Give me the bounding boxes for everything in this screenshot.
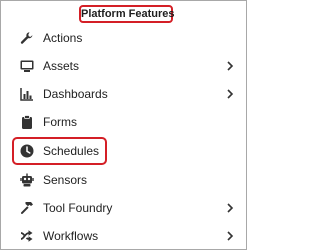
menu-item-dashboards[interactable]: Dashboards (1, 80, 246, 108)
menu-item-sensors[interactable]: Sensors (1, 166, 246, 194)
chevron-right-icon (227, 231, 234, 241)
bar-chart-icon (20, 88, 33, 101)
menu-item-label: Dashboards (43, 87, 108, 101)
wrench-icon (20, 32, 33, 44)
platform-features-panel: Platform Features Actions Assets Dashboa… (0, 0, 247, 250)
clipboard-icon (22, 115, 32, 129)
flow-arrows-icon (20, 230, 33, 242)
chevron-right-icon (227, 89, 234, 99)
chevron-right-icon (227, 61, 234, 71)
menu-item-label: Tool Foundry (43, 201, 113, 215)
menu-item-tool-foundry[interactable]: Tool Foundry (1, 194, 246, 222)
menu-item-actions[interactable]: Actions (1, 24, 246, 52)
menu-item-forms[interactable]: Forms (1, 108, 246, 136)
menu-item-label: Workflows (43, 229, 99, 243)
panel-title: Platform Features (79, 5, 175, 23)
menu-item-workflows[interactable]: Workflows (1, 222, 246, 250)
monitor-icon (20, 60, 34, 72)
robot-icon (20, 173, 34, 187)
menu-item-label: Sensors (43, 173, 88, 187)
chevron-right-icon (227, 203, 234, 213)
menu-item-label: Forms (43, 115, 77, 129)
menu-item-label: Assets (43, 59, 80, 73)
menu-item-assets[interactable]: Assets (1, 52, 246, 80)
menu-item-label: Actions (43, 31, 83, 45)
schedules-highlight-box (12, 137, 107, 165)
hammer-icon (21, 202, 33, 214)
